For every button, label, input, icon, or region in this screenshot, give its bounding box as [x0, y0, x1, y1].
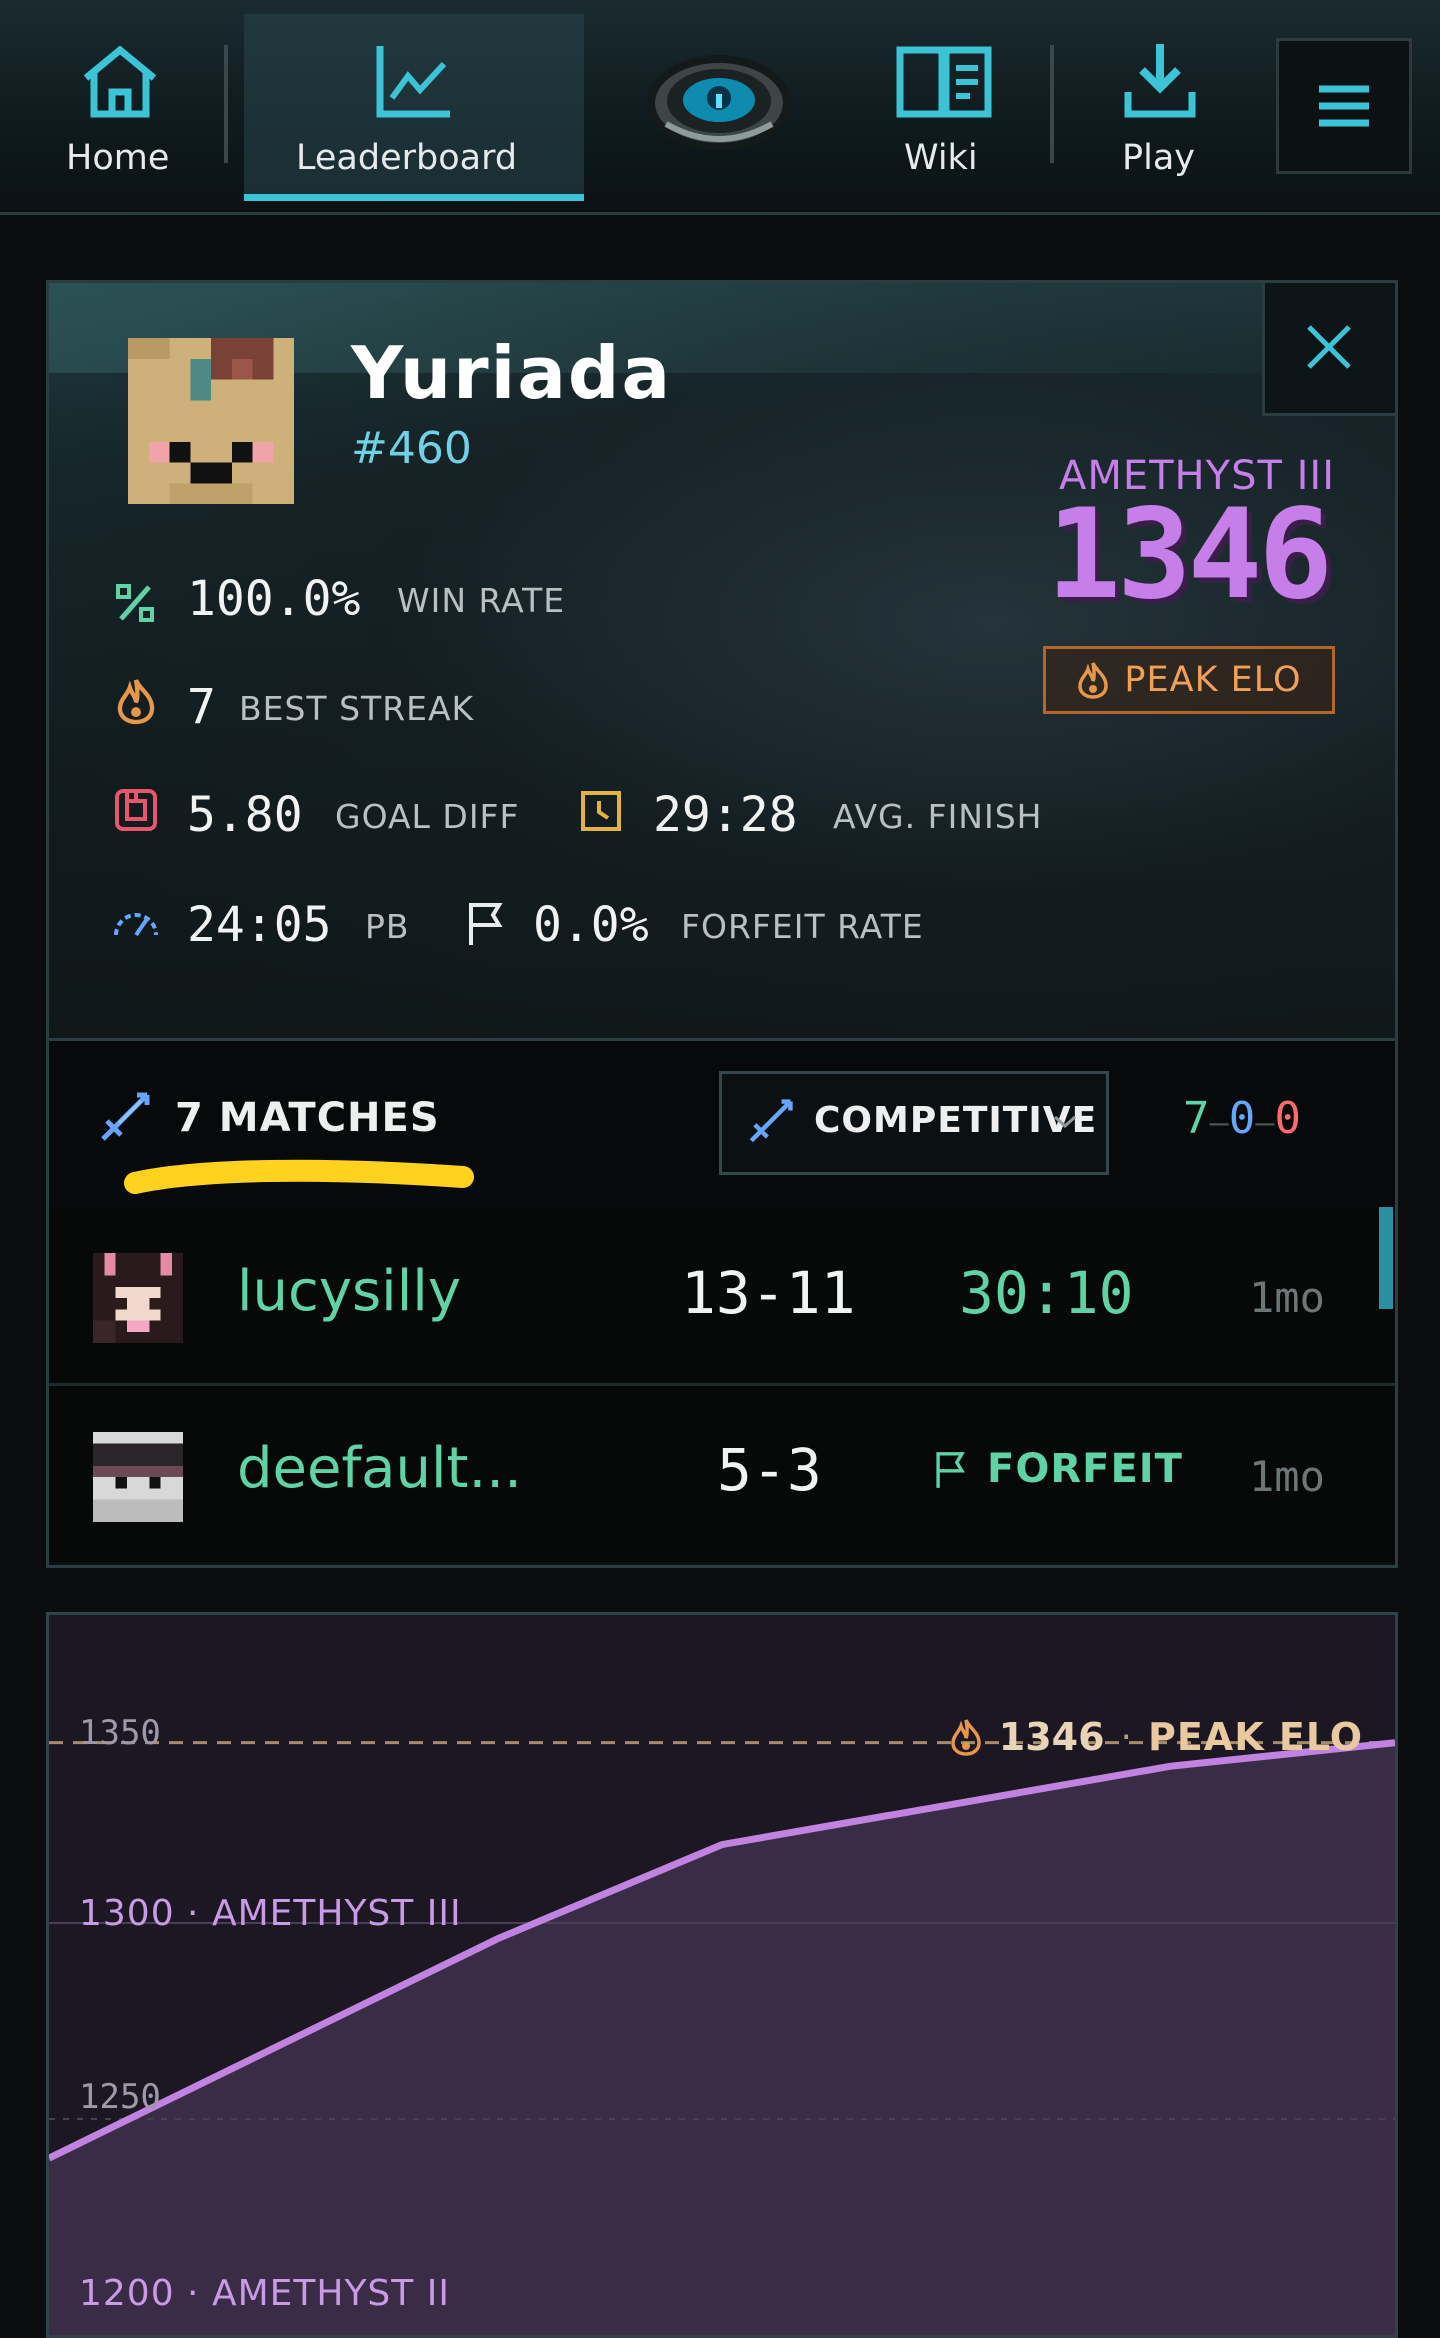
- win-rate-value: 100.0%: [187, 571, 360, 627]
- record-losses: 0: [1275, 1093, 1302, 1144]
- player-name: Yuriada: [351, 331, 672, 415]
- match-row[interactable]: lucysilly 13-11 30:10 1mo: [49, 1207, 1395, 1383]
- best-streak-label: BEST STREAK: [239, 689, 474, 728]
- nav-wiki-label: Wiki: [904, 138, 978, 178]
- clock-icon: [579, 789, 623, 833]
- nav-play-label: Play: [1122, 138, 1195, 178]
- nav-wiki[interactable]: Wiki: [860, 0, 1030, 195]
- y-tick-1300: 1300 · AMETHYST III: [79, 1893, 462, 1934]
- profile-card: Yuriada #460 AMETHYST III 1346 PEAK ELO …: [46, 280, 1398, 1568]
- avg-finish-value: 29:28: [653, 787, 798, 843]
- peak-annotation-label: PEAK ELO: [1148, 1715, 1363, 1759]
- avatar: [127, 338, 295, 504]
- match-score: 13-11: [681, 1259, 856, 1327]
- forfeit-rate-label: FORFEIT RATE: [681, 907, 924, 946]
- scrollbar-thumb[interactable]: [1379, 1207, 1393, 1309]
- sword-icon: [746, 1098, 794, 1146]
- nav-divider: [224, 45, 228, 163]
- record-wins: 7: [1183, 1093, 1210, 1144]
- pb-label: PB: [365, 907, 410, 946]
- win-rate-label: WIN RATE: [397, 581, 565, 620]
- avg-finish-label: AVG. FINISH: [833, 797, 1042, 836]
- flame-icon: [115, 677, 157, 725]
- book-icon: [896, 44, 992, 120]
- peak-annotation: 1346 · PEAK ELO: [949, 1715, 1363, 1759]
- mode-dropdown[interactable]: COMPETITIVE: [719, 1071, 1109, 1175]
- top-nav: Home Leaderboard Wiki Play: [0, 0, 1440, 215]
- speedometer-icon: [111, 905, 161, 939]
- matches-header: 7 MATCHES COMPETITIVE 7–0–0: [49, 1041, 1395, 1210]
- y-tick-1350: 1350: [79, 1713, 161, 1753]
- elo-chart: 1350 1300 · AMETHYST III 1250 1200 · AME…: [46, 1612, 1398, 2338]
- opponent-avatar: [93, 1432, 183, 1522]
- flame-icon: [949, 1718, 983, 1756]
- opponent-name: deefault...: [237, 1436, 522, 1501]
- goal-diff-label: GOAL DIFF: [335, 797, 520, 836]
- sword-icon: [97, 1091, 151, 1145]
- hamburger-icon: [1317, 83, 1371, 129]
- match-result: FORFEIT: [987, 1446, 1183, 1492]
- home-icon: [80, 44, 160, 120]
- elo-value: 1346: [1046, 483, 1329, 627]
- y-tick-1200: 1200 · AMETHYST II: [79, 2273, 450, 2314]
- match-count: 7 MATCHES: [175, 1095, 440, 1141]
- record-draws: 0: [1229, 1093, 1256, 1144]
- flag-icon: [465, 901, 505, 947]
- peak-annotation-separator: ·: [1121, 1717, 1132, 1758]
- chevron-down-icon: [1052, 1114, 1078, 1130]
- opponent-avatar: [93, 1253, 183, 1343]
- close-icon: [1305, 323, 1353, 371]
- player-rank: #460: [351, 423, 472, 474]
- match-row[interactable]: deefault... 5-3 FORFEIT 1mo: [49, 1386, 1395, 1562]
- match-age: 1mo: [1249, 1273, 1325, 1322]
- goal-icon: [113, 787, 159, 833]
- nav-leaderboard-label: Leaderboard: [296, 138, 517, 178]
- y-tick-1250: 1250: [79, 2077, 161, 2117]
- elo-area-fill: [49, 1743, 1395, 2335]
- peak-elo-label: PEAK ELO: [1124, 660, 1301, 700]
- match-score: 5-3: [717, 1436, 822, 1504]
- highlight-underline: [119, 1159, 479, 1199]
- nav-play[interactable]: Play: [1080, 0, 1240, 195]
- record-separator: –: [1210, 1103, 1229, 1141]
- record-separator: –: [1255, 1103, 1274, 1141]
- forfeit-rate-value: 0.0%: [533, 897, 649, 953]
- profile-hero: Yuriada #460 AMETHYST III 1346 PEAK ELO …: [49, 283, 1395, 1041]
- flame-icon: [1076, 661, 1110, 699]
- nav-home[interactable]: Home: [30, 0, 210, 195]
- peak-annotation-value: 1346: [999, 1715, 1105, 1759]
- opponent-name: lucysilly: [237, 1259, 461, 1324]
- flag-icon: [933, 1450, 967, 1490]
- goal-diff-value: 5.80: [187, 787, 303, 843]
- pb-value: 24:05: [187, 897, 332, 953]
- nav-leaderboard[interactable]: Leaderboard: [244, 0, 584, 195]
- close-button[interactable]: [1262, 283, 1395, 416]
- best-streak-value: 7: [187, 679, 216, 735]
- percent-icon: [115, 583, 155, 623]
- nav-home-label: Home: [66, 138, 169, 178]
- win-loss-record: 7–0–0: [1183, 1093, 1301, 1144]
- nav-divider: [1050, 45, 1054, 163]
- menu-button[interactable]: [1276, 38, 1412, 174]
- download-icon: [1122, 40, 1198, 120]
- match-age: 1mo: [1249, 1452, 1325, 1501]
- match-time: 30:10: [959, 1259, 1134, 1327]
- chart-icon: [374, 42, 454, 120]
- eye-logo-icon[interactable]: [644, 44, 794, 162]
- peak-elo-badge: PEAK ELO: [1043, 646, 1335, 714]
